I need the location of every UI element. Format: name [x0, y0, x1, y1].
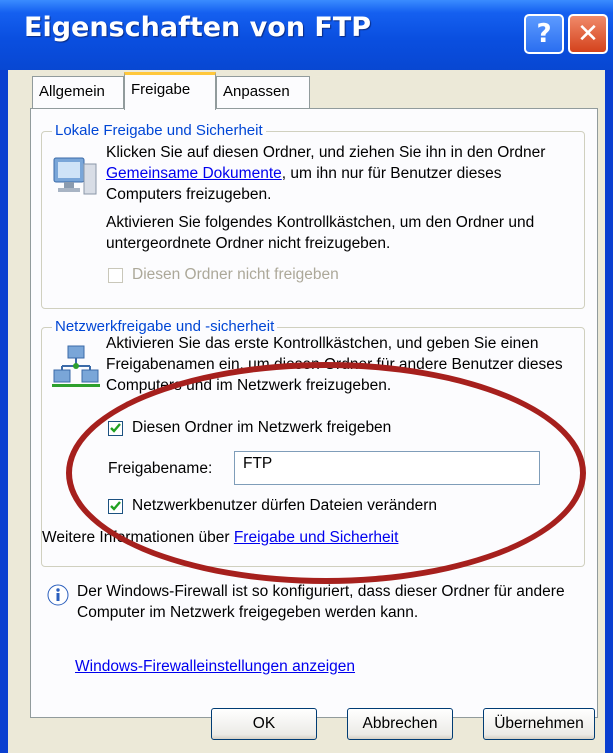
- tab-freigabe[interactable]: Freigabe: [124, 72, 216, 110]
- dialog-client-area: Allgemein Freigabe Anpassen Lokale Freig…: [8, 70, 605, 753]
- properties-dialog: Eigenschaften von FTP ? ✕ Allgemein Frei…: [0, 0, 613, 753]
- network-sharing-group: Netzwerkfreigabe und -sicherheit Aktivie…: [41, 318, 585, 567]
- tab-anpassen[interactable]: Anpassen: [216, 76, 310, 108]
- apply-button[interactable]: Übernehmen: [483, 708, 595, 740]
- local-text-part: Klicken Sie auf diesen Ordner, und ziehe…: [106, 144, 546, 161]
- tab-allgemein[interactable]: Allgemein: [32, 76, 124, 108]
- checkmark-icon: [110, 423, 121, 433]
- info-icon: [47, 584, 69, 606]
- help-button[interactable]: ?: [524, 14, 564, 54]
- cancel-button[interactable]: Abbrechen: [347, 708, 453, 740]
- share-network-checkbox-label: Diesen Ordner im Netzwerk freigeben: [132, 419, 392, 436]
- local-sharing-group: Lokale Freigabe und Sicherheit Klicken S…: [41, 122, 585, 309]
- close-icon: ✕: [577, 19, 599, 49]
- ok-button[interactable]: OK: [211, 708, 317, 740]
- help-icon: ?: [536, 19, 552, 49]
- computer-icon: [50, 150, 102, 202]
- network-icon: [50, 342, 102, 394]
- window-title: Eigenschaften von FTP: [24, 12, 372, 43]
- local-sharing-legend: Lokale Freigabe und Sicherheit: [52, 122, 266, 139]
- sharing-security-link[interactable]: Freigabe und Sicherheit: [234, 529, 399, 546]
- checkmark-icon: [110, 501, 121, 511]
- title-bar[interactable]: Eigenschaften von FTP ? ✕: [0, 0, 613, 70]
- more-info-line: Weitere Informationen über Freigabe und …: [42, 529, 398, 547]
- tab-panel: Lokale Freigabe und Sicherheit Klicken S…: [30, 108, 598, 718]
- firewall-settings-link[interactable]: Windows-Firewalleinstellungen anzeigen: [75, 658, 355, 676]
- shared-documents-link[interactable]: Gemeinsame Dokumente: [106, 165, 282, 182]
- allow-modify-checkbox-label: Netzwerkbenutzer dürfen Dateien veränder…: [132, 497, 438, 514]
- allow-modify-checkbox[interactable]: [108, 499, 123, 514]
- share-name-input[interactable]: FTP: [234, 451, 540, 485]
- share-network-checkbox[interactable]: [108, 421, 123, 436]
- local-sharing-description: Klicken Sie auf diesen Ordner, und ziehe…: [106, 142, 568, 205]
- network-sharing-description: Aktivieren Sie das erste Kontrollkästche…: [106, 335, 563, 394]
- more-info-prefix: Weitere Informationen über: [42, 529, 234, 546]
- not-share-checkbox-label: Diesen Ordner nicht freigeben: [132, 266, 339, 283]
- local-checkbox-hint: Aktivieren Sie folgendes Kontrollkästche…: [106, 214, 535, 252]
- close-button[interactable]: ✕: [568, 14, 608, 54]
- firewall-info-text: Der Windows-Firewall ist so konfiguriert…: [77, 583, 565, 621]
- share-name-label: Freigabename:: [108, 460, 213, 477]
- not-share-checkbox[interactable]: [108, 268, 123, 283]
